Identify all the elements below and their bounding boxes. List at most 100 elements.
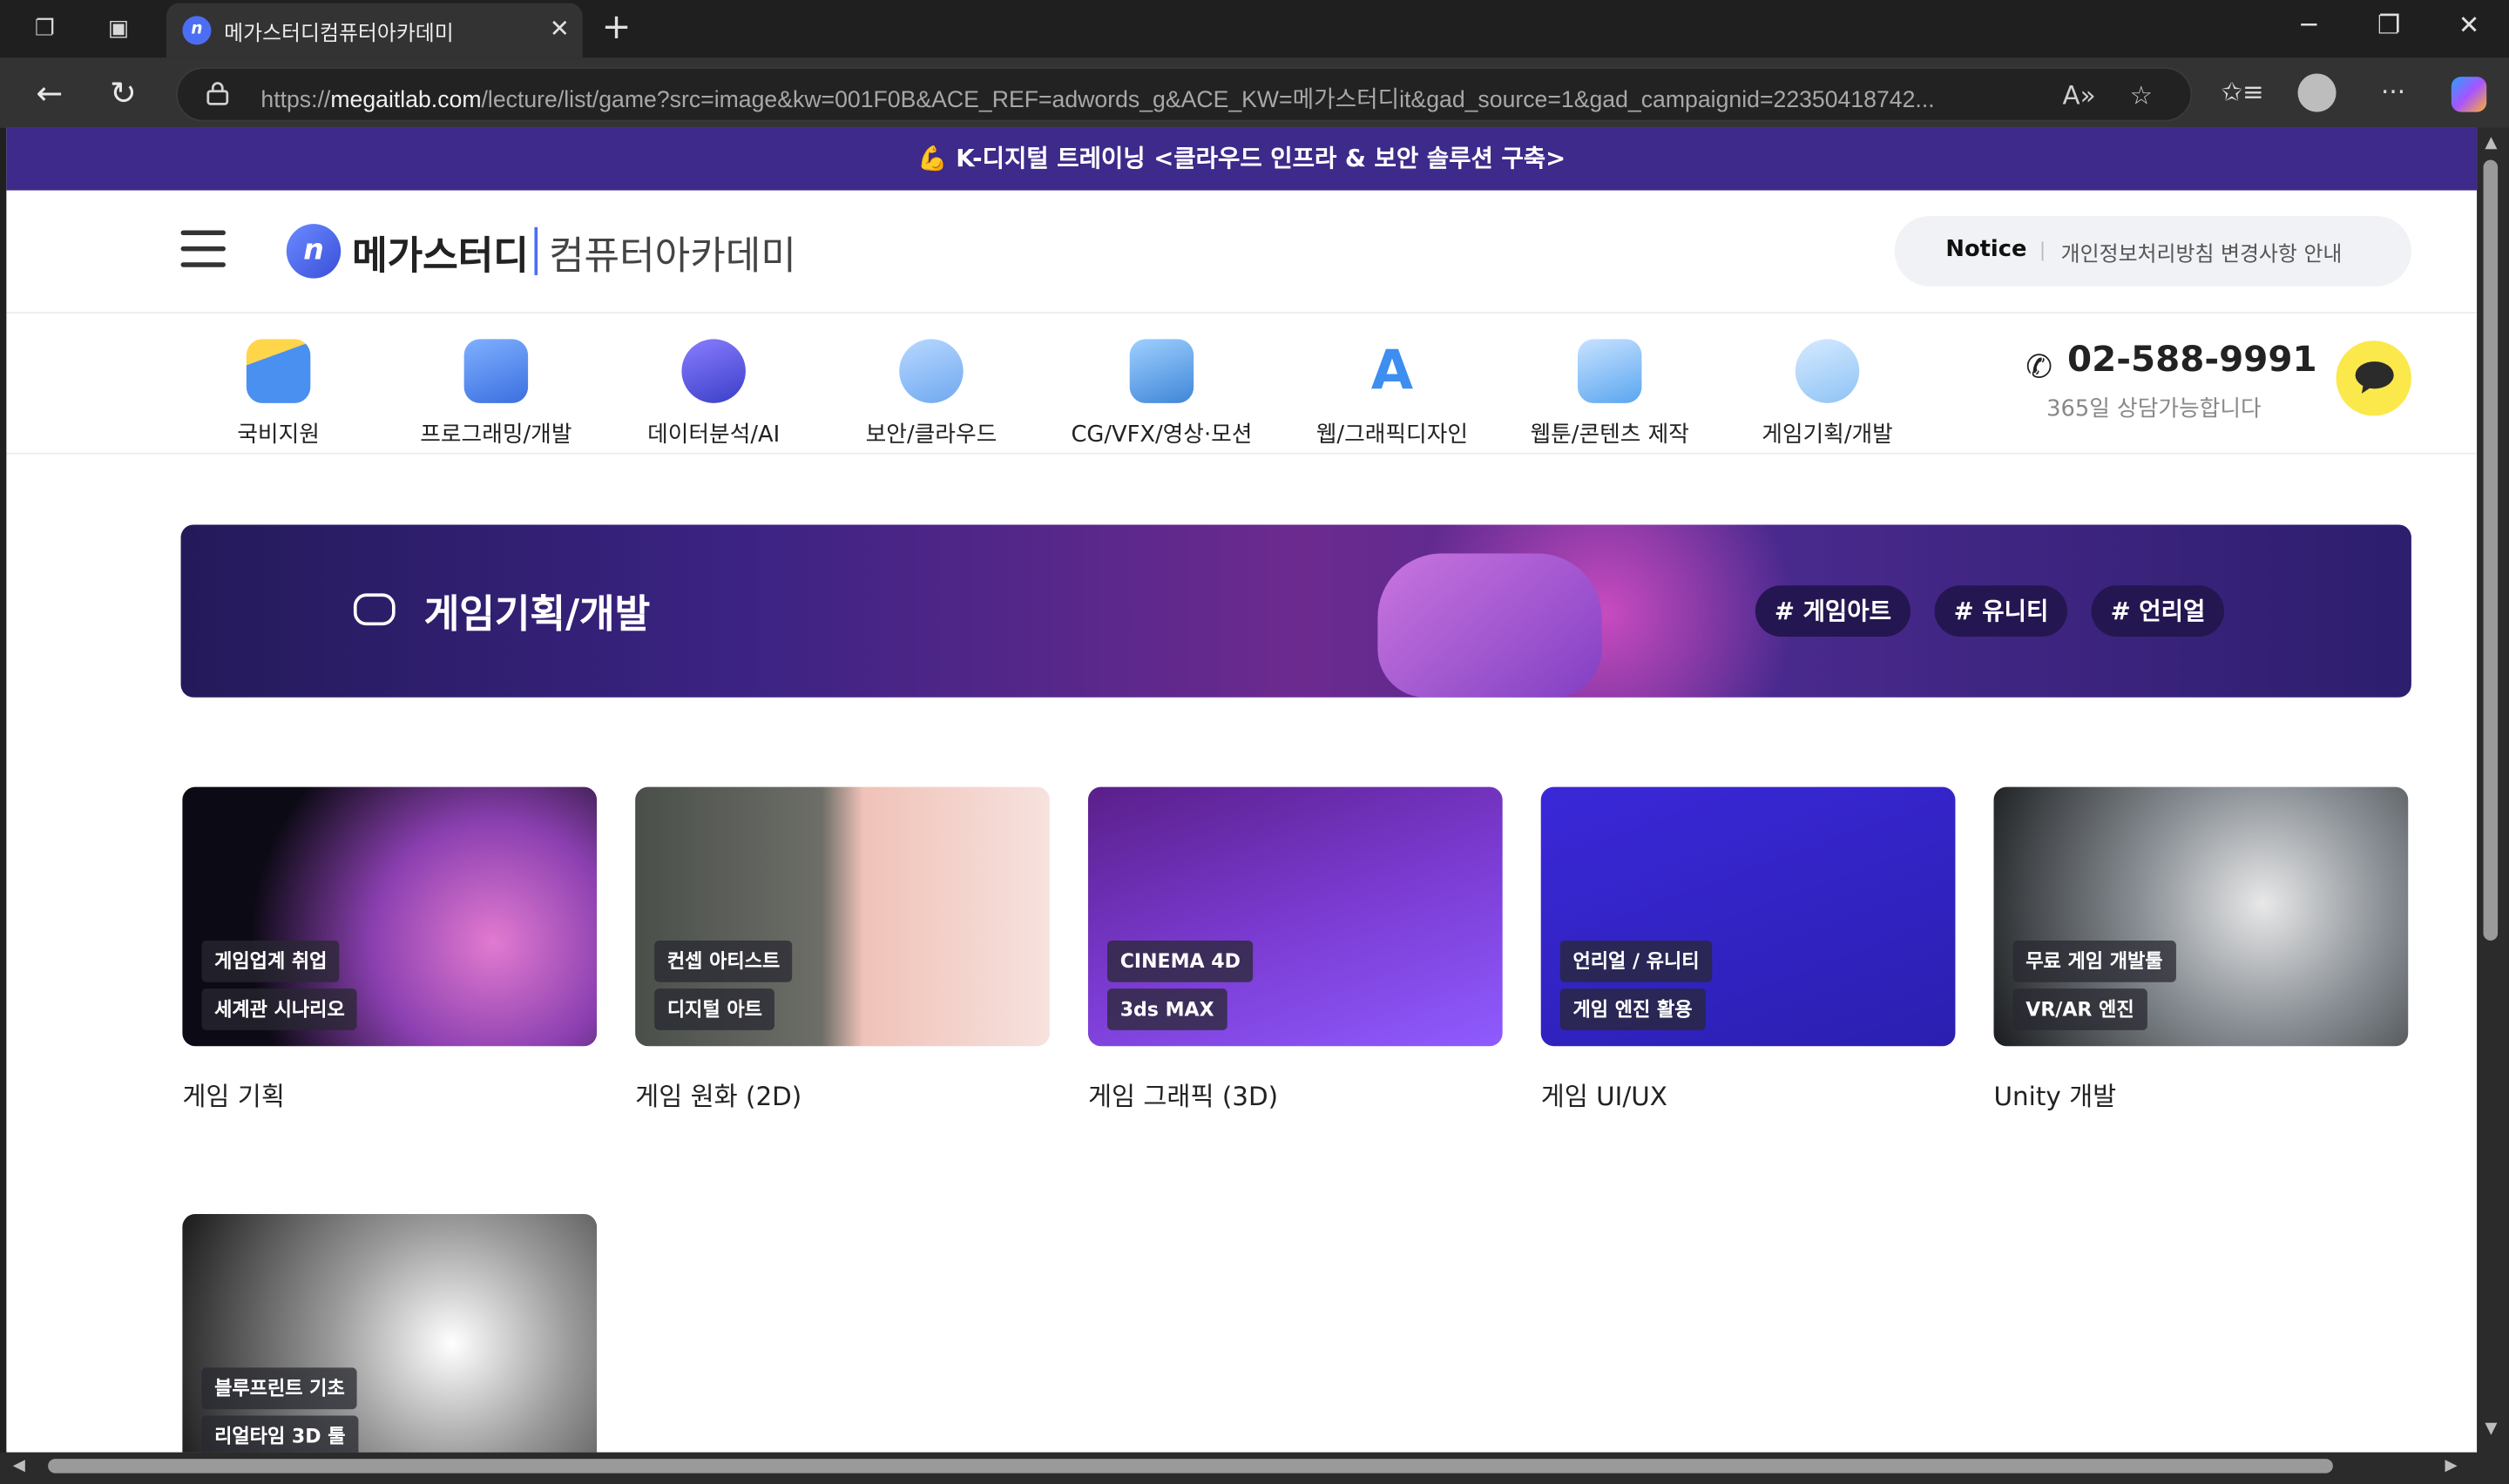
hero-tag[interactable]: # 언리얼 bbox=[2091, 585, 2225, 637]
logo-sub-text[interactable]: 컴퓨터아카데미 bbox=[549, 224, 796, 280]
category-label: 프로그래밍/개발 bbox=[420, 422, 572, 449]
vertical-scroll-thumb[interactable] bbox=[2483, 159, 2499, 941]
course-thumbnail[interactable]: 무료 게임 개발툴 VR/AR 엔진 bbox=[1993, 786, 2409, 1047]
course-card[interactable]: 언리얼 / 유니티 게임 엔진 활용 게임 UI/UX bbox=[1540, 786, 1956, 1114]
horizontal-scroll-thumb[interactable] bbox=[48, 1459, 2333, 1474]
logo-mark-icon[interactable]: n bbox=[286, 224, 342, 279]
course-card[interactable]: 컨셉 아티스트 디지털 아트 게임 원화 (2D) bbox=[635, 786, 1050, 1114]
web-page: 💪 K-디지털 트레이닝 <클라우드 인프라 & 보안 솔루션 구축> n 메가… bbox=[6, 127, 2478, 1453]
category-label: 국비지원 bbox=[237, 422, 320, 449]
back-icon[interactable]: ← bbox=[25, 73, 73, 111]
course-chip: 세계관 시나리오 bbox=[201, 988, 358, 1030]
scroll-down-icon[interactable]: ▼ bbox=[2485, 1420, 2497, 1438]
refresh-icon[interactable]: ↻ bbox=[99, 73, 147, 111]
course-chip: 디지털 아트 bbox=[654, 988, 775, 1030]
course-card[interactable]: 블루프린트 기초 리얼타임 3D 툴 bbox=[182, 1214, 598, 1453]
course-chip: 리얼타임 3D 툴 bbox=[201, 1415, 359, 1453]
category-label: 웹툰/콘텐츠 제작 bbox=[1530, 422, 1689, 449]
more-menu-icon[interactable]: ··· bbox=[2381, 77, 2405, 107]
profile-avatar[interactable] bbox=[2297, 73, 2337, 112]
course-chip: CINEMA 4D bbox=[1106, 940, 1254, 982]
scroll-left-icon[interactable]: ◀ bbox=[13, 1457, 25, 1474]
category-webtoon[interactable]: 웹툰/콘텐츠 제작 bbox=[1490, 333, 1730, 449]
favorite-star-icon[interactable]: ☆ bbox=[2130, 80, 2153, 111]
restore-icon[interactable]: ❐ bbox=[2352, 10, 2425, 40]
notice-label: Notice bbox=[1945, 236, 2027, 263]
logo-main-text[interactable]: 메가스터디 bbox=[352, 224, 529, 280]
scroll-up-icon[interactable]: ▲ bbox=[2485, 134, 2497, 152]
category-label: 보안/클라우드 bbox=[865, 422, 998, 449]
course-title[interactable]: 게임 기획 bbox=[182, 1075, 597, 1113]
notice-message[interactable]: 개인정보처리방침 변경사항 안내 bbox=[2061, 237, 2343, 267]
gamepad-image bbox=[1377, 553, 1602, 698]
chat-button[interactable] bbox=[2336, 341, 2411, 416]
url-domain: megaitlab.com bbox=[330, 88, 482, 114]
course-title[interactable]: 게임 그래픽 (3D) bbox=[1088, 1075, 1503, 1113]
course-card[interactable]: CINEMA 4D 3ds MAX 게임 그래픽 (3D) bbox=[1087, 786, 1503, 1114]
course-title[interactable]: 게임 UI/UX bbox=[1541, 1075, 1956, 1113]
category-cg-vfx[interactable]: CG/VFX/영상·모션 bbox=[1042, 333, 1282, 449]
browser-window: ❐ ▣ n 메가스터디컴퓨터아카데미 ✕ + ─ ❐ ✕ ← ↻ https:/… bbox=[0, 0, 2509, 1484]
category-security-cloud[interactable]: 보안/클라우드 bbox=[811, 333, 1052, 449]
tab-title: 메가스터디컴퓨터아카데미 bbox=[224, 22, 454, 47]
phone-icon: ✆ bbox=[2025, 347, 2053, 386]
category-label: 게임기획/개발 bbox=[1762, 422, 1893, 449]
chart-globe-icon bbox=[681, 339, 746, 403]
new-tab-icon[interactable]: + bbox=[602, 8, 632, 48]
address-toolbar: ← ↻ https://megaitlab.com/lecture/list/g… bbox=[0, 57, 2509, 128]
url-text: https://megaitlab.com/lecture/list/game?… bbox=[260, 82, 2020, 116]
category-web-graphic[interactable]: A 웹/그래픽디자인 bbox=[1272, 333, 1512, 449]
logo-divider bbox=[534, 226, 538, 275]
copilot-icon[interactable] bbox=[2451, 77, 2487, 112]
category-data-ai[interactable]: 데이터분석/AI bbox=[593, 333, 834, 449]
notice-divider bbox=[2041, 241, 2044, 261]
close-tab-icon[interactable]: ✕ bbox=[550, 15, 570, 44]
hamburger-menu-icon[interactable] bbox=[180, 230, 226, 268]
address-bar[interactable]: https://megaitlab.com/lecture/list/game?… bbox=[176, 67, 2193, 122]
tablet-pen-icon bbox=[1577, 339, 1642, 403]
phone-number[interactable]: 02-588-9991 bbox=[2067, 341, 2317, 381]
chat-bubble-icon bbox=[2355, 361, 2394, 394]
category-national-support[interactable]: 국비지원 bbox=[159, 333, 399, 449]
category-label: 웹/그래픽디자인 bbox=[1315, 422, 1469, 449]
vertical-scrollbar[interactable]: ▲ ▼ bbox=[2477, 127, 2509, 1453]
category-game[interactable]: 게임기획/개발 bbox=[1708, 333, 1948, 449]
promo-banner[interactable]: 💪 K-디지털 트레이닝 <클라우드 인프라 & 보안 솔루션 구축> bbox=[6, 127, 2478, 191]
header-divider bbox=[6, 312, 2478, 314]
course-chip: 블루프린트 기초 bbox=[201, 1367, 358, 1410]
read-aloud-icon[interactable]: A» bbox=[2063, 80, 2096, 111]
course-chip: 무료 게임 개발툴 bbox=[2012, 940, 2176, 982]
course-thumbnail[interactable]: 블루프린트 기초 리얼타임 3D 툴 bbox=[182, 1214, 598, 1453]
minimize-icon[interactable]: ─ bbox=[2272, 10, 2345, 40]
category-programming[interactable]: 프로그래밍/개발 bbox=[376, 333, 617, 449]
close-window-icon[interactable]: ✕ bbox=[2432, 10, 2506, 40]
url-path: /lecture/list/game?src=image&kw=001F0B&A… bbox=[481, 88, 1935, 114]
hero-tag[interactable]: # 유니티 bbox=[1934, 585, 2068, 637]
course-thumbnail[interactable]: 게임업계 취업 세계관 시나리오 bbox=[182, 786, 598, 1047]
cloud-lock-icon bbox=[899, 339, 964, 403]
monitor-icon bbox=[1129, 339, 1194, 403]
course-thumbnail[interactable]: 언리얼 / 유니티 게임 엔진 활용 bbox=[1540, 786, 1956, 1047]
course-chip: 컨셉 아티스트 bbox=[654, 940, 793, 982]
letter-a-icon: A bbox=[1370, 339, 1414, 403]
magnifier-icon bbox=[1795, 339, 1860, 403]
tab-bar: ❐ ▣ n 메가스터디컴퓨터아카데미 ✕ + ─ ❐ ✕ bbox=[0, 0, 2509, 58]
course-chip: 게임업계 취업 bbox=[201, 940, 341, 982]
course-thumbnail[interactable]: 컨셉 아티스트 디지털 아트 bbox=[635, 786, 1050, 1047]
horizontal-scrollbar[interactable]: ◀ ▶ bbox=[0, 1452, 2509, 1484]
course-card[interactable]: 무료 게임 개발툴 VR/AR 엔진 Unity 개발 bbox=[1993, 786, 2409, 1114]
category-label: CG/VFX/영상·모션 bbox=[1071, 422, 1253, 449]
tab-actions-icon[interactable]: ▣ bbox=[103, 13, 135, 45]
course-title[interactable]: 게임 원화 (2D) bbox=[635, 1075, 1050, 1113]
favorites-icon[interactable]: ✩≡ bbox=[2221, 77, 2263, 107]
notice-bar[interactable]: Notice 개인정보처리방침 변경사항 안내 bbox=[1894, 215, 2411, 287]
phone-subtext: 365일 상담가능합니다 bbox=[2046, 396, 2262, 422]
course-card[interactable]: 게임업계 취업 세계관 시나리오 게임 기획 bbox=[182, 786, 598, 1114]
hero-tag[interactable]: # 게임아트 bbox=[1755, 585, 1911, 637]
workspaces-icon[interactable]: ❐ bbox=[29, 13, 61, 45]
scroll-right-icon[interactable]: ▶ bbox=[2445, 1457, 2457, 1474]
url-prefix: https:// bbox=[260, 88, 331, 114]
course-title[interactable]: Unity 개발 bbox=[1994, 1075, 2409, 1113]
browser-tab-active[interactable]: n 메가스터디컴퓨터아카데미 ✕ bbox=[166, 3, 583, 58]
course-thumbnail[interactable]: CINEMA 4D 3ds MAX bbox=[1087, 786, 1503, 1047]
